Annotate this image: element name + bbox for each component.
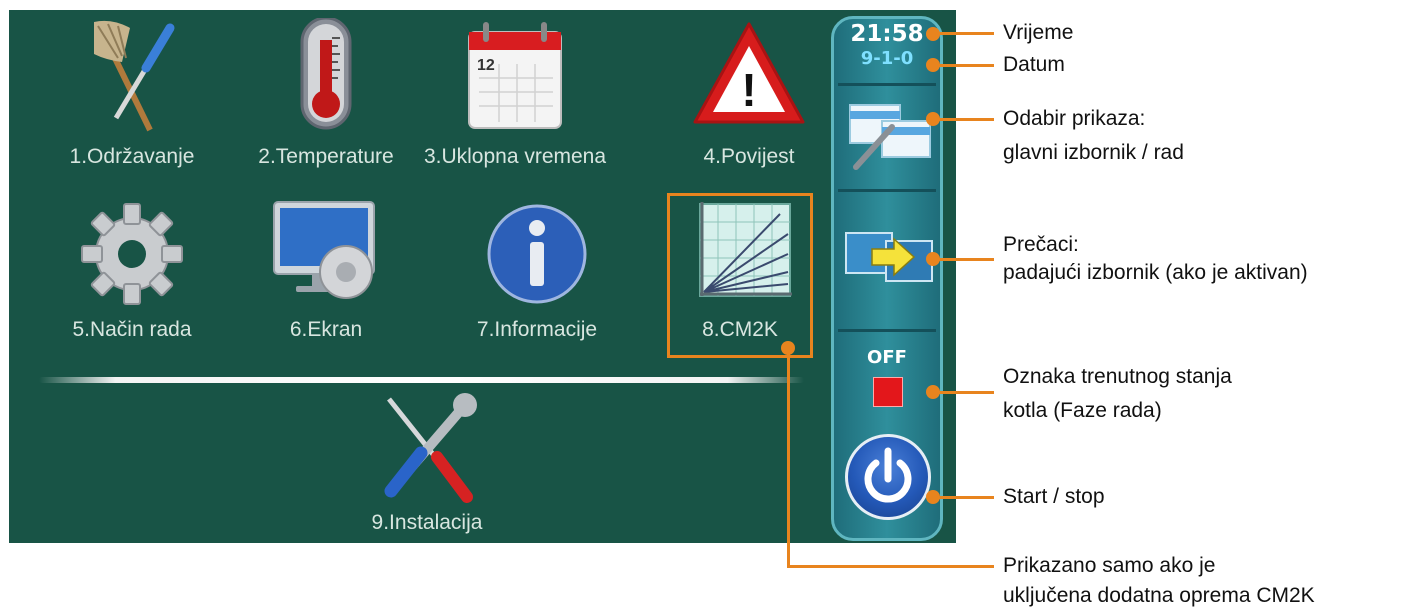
- callout-startstop: Start / stop: [1003, 485, 1105, 508]
- sidebar-separator: [838, 189, 936, 192]
- status-indicator: [873, 377, 903, 407]
- callout-state-line1: Oznaka trenutnog stanja: [1003, 365, 1232, 388]
- callout-date: Datum: [1003, 53, 1065, 76]
- info-icon: [487, 204, 587, 304]
- callout-line-startstop: [934, 496, 994, 499]
- menu-label: 1.Održavanje: [69, 145, 195, 168]
- broom-screwdriver-icon: [94, 20, 175, 132]
- monitor-settings-icon: [273, 201, 375, 299]
- warning-triangle-icon: !: [693, 22, 805, 124]
- menu-item-povijest[interactable]: ! 4.Povijest: [649, 12, 849, 172]
- menu-item-informacije[interactable]: 7.Informacije: [437, 190, 637, 350]
- callout-view-title: Odabir prikaza:: [1003, 107, 1146, 130]
- date-display: 9-1-0: [860, 48, 914, 69]
- menu-item-uklopna-vremena[interactable]: 12 3.Uklopna vremena: [415, 12, 615, 172]
- sidebar-separator: [838, 329, 936, 332]
- menu-item-temperature[interactable]: 2.Temperature: [226, 12, 426, 172]
- callout-line-date: [934, 64, 994, 67]
- callout-line-cm2k-horizontal: [787, 565, 994, 568]
- clock: 21:58 9-1-0: [834, 21, 940, 69]
- view-switch-button[interactable]: [842, 99, 934, 171]
- thermometer-icon: [300, 18, 352, 130]
- menu-divider: [39, 377, 804, 383]
- start-stop-button[interactable]: [845, 434, 931, 520]
- warning-mark: !: [741, 64, 756, 116]
- menu-label: 4.Povijest: [703, 145, 795, 168]
- callout-line-shortcuts: [934, 258, 994, 261]
- callout-cm2k-line1: Prikazano samo ako je: [1003, 554, 1216, 577]
- callout-line-cm2k-vertical: [787, 348, 790, 568]
- callout-line-time: [934, 32, 994, 35]
- calendar-icon: 12: [468, 22, 562, 129]
- power-icon: [864, 447, 912, 503]
- callout-cm2k-line2: uključena dodatna oprema CM2K: [1003, 584, 1315, 607]
- callout-shortcuts-desc: padajući izbornik (ako je aktivan): [1003, 261, 1308, 284]
- menu-label: 5.Način rada: [72, 318, 192, 341]
- menu-item-ekran[interactable]: 6.Ekran: [226, 190, 426, 350]
- time-display: 21:58: [850, 21, 924, 47]
- wrench-screwdriver-icon: [384, 393, 477, 503]
- status-text: OFF: [867, 347, 907, 368]
- callout-line-state: [934, 391, 994, 394]
- menu-item-odrzavanje[interactable]: 1.Održavanje: [32, 12, 232, 172]
- menu-item-instalacija[interactable]: 9.Instalacija: [327, 385, 527, 543]
- controller-screen: 1.Održavanje 2.Temperature 12 3.Uklopna …: [9, 10, 956, 543]
- menu-label: 6.Ekran: [289, 318, 363, 341]
- menu-label: 7.Informacije: [476, 318, 598, 341]
- gear-icon: [81, 203, 183, 305]
- calendar-day: 12: [477, 57, 495, 74]
- sidebar: 21:58 9-1-0 OFF: [831, 16, 943, 541]
- callout-view-desc: glavni izbornik / rad: [1003, 141, 1184, 164]
- menu-item-nacin-rada[interactable]: 5.Način rada: [32, 190, 232, 350]
- callout-state-line2: kotla (Faze rada): [1003, 399, 1162, 422]
- menu-label: 9.Instalacija: [371, 511, 483, 534]
- menu-label: 3.Uklopna vremena: [423, 145, 607, 168]
- callout-line-view: [934, 118, 994, 121]
- shortcuts-button[interactable]: [842, 219, 934, 291]
- sidebar-separator: [838, 83, 936, 86]
- cm2k-highlight-frame: [667, 193, 813, 358]
- callout-shortcuts-title: Prečaci:: [1003, 233, 1079, 256]
- menu-label: 2.Temperature: [258, 145, 394, 168]
- callout-time: Vrijeme: [1003, 21, 1074, 44]
